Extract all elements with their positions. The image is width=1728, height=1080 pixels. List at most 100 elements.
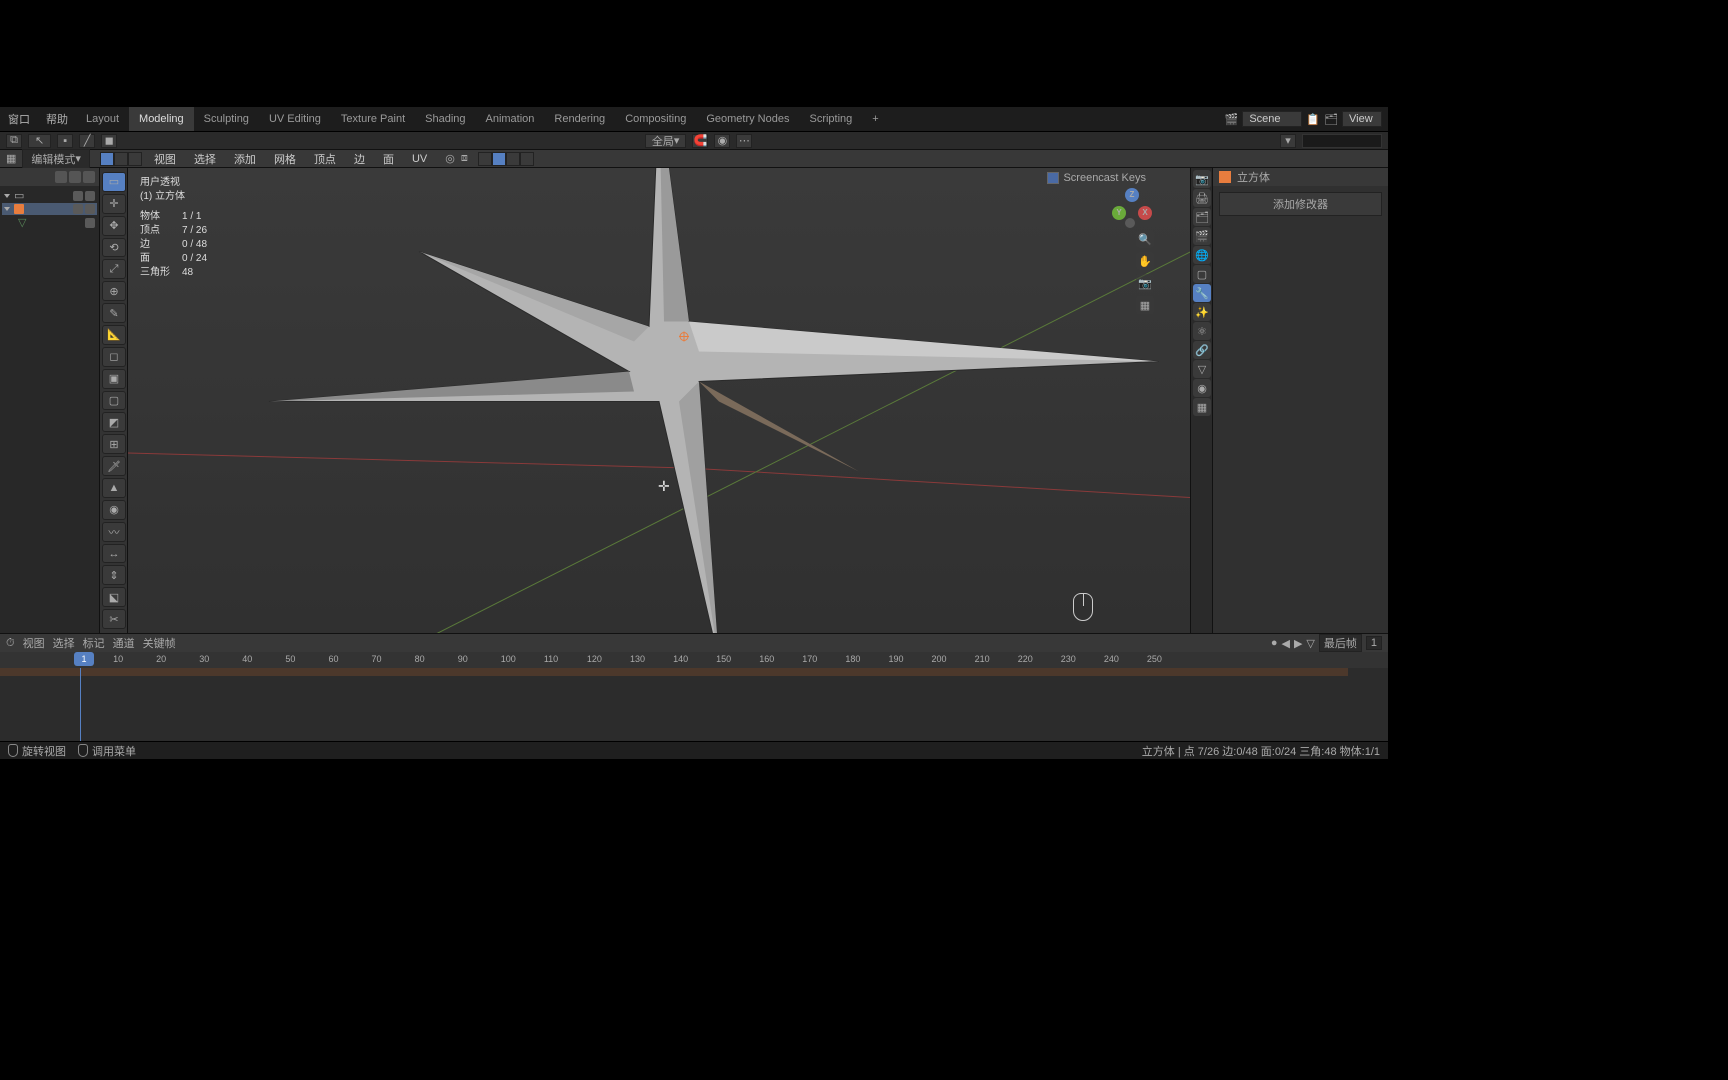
menu-mesh[interactable]: 网格 (268, 151, 302, 167)
orientation-dropdown[interactable]: 全局 ▾ (645, 134, 687, 148)
editor-type-icon[interactable]: ⧉ (6, 134, 22, 148)
tab-modeling[interactable]: Modeling (129, 107, 194, 131)
axis-neg[interactable] (1125, 218, 1135, 228)
3d-viewport[interactable]: 用户透视 (1) 立方体 物体1 / 1 顶点7 / 26 边0 / 48 面0… (128, 168, 1190, 633)
options-icon[interactable]: ⋯ (736, 134, 752, 148)
edge-select-icon[interactable] (114, 152, 128, 166)
tab-scripting[interactable]: Scripting (799, 107, 862, 131)
rip-tool[interactable]: ✂ (102, 609, 126, 629)
tab-add[interactable]: + (862, 107, 888, 131)
inset-tool[interactable]: ▢ (102, 391, 126, 411)
constraint-props-tab[interactable]: 🔗 (1193, 341, 1211, 359)
shrink-fatten-tool[interactable]: ⇕ (102, 565, 126, 585)
outliner-object-row[interactable] (2, 203, 97, 215)
axis-x[interactable]: X (1138, 206, 1152, 220)
filter-icon[interactable]: ▽ (1306, 637, 1314, 650)
tab-layout[interactable]: Layout (76, 107, 129, 131)
tab-uv-editing[interactable]: UV Editing (259, 107, 331, 131)
perspective-toggle-icon[interactable]: ▦ (1136, 296, 1154, 314)
texture-props-tab[interactable]: ▦ (1193, 398, 1211, 416)
overlays-icon[interactable]: ◎ (445, 152, 455, 165)
tab-sculpting[interactable]: Sculpting (194, 107, 259, 131)
outliner-search-input[interactable] (1302, 134, 1382, 148)
physics-props-tab[interactable]: ⚛ (1193, 322, 1211, 340)
select-mode-face-icon[interactable]: ◼ (101, 134, 117, 148)
smooth-tool[interactable]: 〰 (102, 522, 126, 542)
tl-menu-marker[interactable]: 标记 (83, 635, 105, 651)
menu-uv[interactable]: UV (406, 153, 433, 165)
proportional-edit-icon[interactable]: ◉ (714, 134, 730, 148)
rotate-tool[interactable]: ⟲ (102, 238, 126, 258)
xray-icon[interactable]: ⧈ (461, 152, 468, 165)
snap-icon[interactable]: 🧲 (692, 134, 708, 148)
menu-edge[interactable]: 边 (348, 151, 371, 167)
face-select-icon[interactable] (128, 152, 142, 166)
material-shading-icon[interactable] (506, 152, 520, 166)
checkbox-icon[interactable] (1047, 172, 1059, 184)
modifier-props-tab[interactable]: 🔧 (1193, 284, 1211, 302)
filter-icon[interactable]: ▾ (1280, 134, 1296, 148)
menu-help[interactable]: 帮助 (38, 111, 76, 127)
extrude-tool[interactable]: ▣ (102, 369, 126, 389)
measure-tool[interactable]: 📐 (102, 325, 126, 345)
axis-z[interactable]: Z (1125, 188, 1139, 202)
eye-icon[interactable] (73, 191, 83, 201)
scene-name-field[interactable]: Scene (1242, 111, 1302, 127)
menu-face[interactable]: 面 (377, 151, 400, 167)
camera-icon[interactable] (85, 204, 95, 214)
select-mode-edge-icon[interactable]: ╱ (79, 134, 95, 148)
timeline-editor-icon[interactable]: ⏱ (6, 637, 15, 650)
nav-gizmo[interactable]: Z Y X (1110, 188, 1154, 232)
camera-view-icon[interactable]: 📷 (1136, 274, 1154, 292)
cursor-tool-button[interactable]: ↖ (28, 134, 51, 148)
view-layer-props-tab[interactable]: 🗂 (1193, 208, 1211, 226)
tab-rendering[interactable]: Rendering (544, 107, 615, 131)
wireframe-shading-icon[interactable] (478, 152, 492, 166)
tl-menu-channel[interactable]: 通道 (113, 635, 135, 651)
cursor-tool[interactable]: ✛ (102, 194, 126, 214)
menu-select[interactable]: 选择 (188, 151, 222, 167)
world-props-tab[interactable]: 🌐 (1193, 246, 1211, 264)
menu-window[interactable]: 窗口 (0, 111, 38, 127)
move-tool[interactable]: ✥ (102, 216, 126, 236)
tab-shading[interactable]: Shading (415, 107, 475, 131)
render-props-tab[interactable]: 📷 (1193, 170, 1211, 188)
disclosure-triangle-icon[interactable] (4, 207, 10, 211)
solid-shading-icon[interactable] (492, 152, 506, 166)
render-icon[interactable] (83, 171, 95, 183)
annotate-tool[interactable]: ✎ (102, 303, 126, 323)
outliner-data-row[interactable]: ▽ (2, 215, 97, 230)
object-props-tab[interactable]: ▢ (1193, 265, 1211, 283)
loop-cut-tool[interactable]: ⊞ (102, 434, 126, 454)
pan-icon[interactable]: ✋ (1136, 252, 1154, 270)
timeline-ruler[interactable]: 1 10203040506070809010011012013014015016… (0, 652, 1388, 668)
tab-geometry-nodes[interactable]: Geometry Nodes (696, 107, 799, 131)
frame-field[interactable]: 1 (1366, 636, 1382, 650)
eye-icon[interactable] (85, 218, 95, 228)
play-icon[interactable]: ▶ (1294, 637, 1302, 650)
menu-vertex[interactable]: 顶点 (308, 151, 342, 167)
tab-animation[interactable]: Animation (476, 107, 545, 131)
axis-y[interactable]: Y (1112, 206, 1126, 220)
material-props-tab[interactable]: ◉ (1193, 379, 1211, 397)
scale-tool[interactable]: ⤢ (102, 259, 126, 279)
bevel-tool[interactable]: ◩ (102, 412, 126, 432)
vertex-select-icon[interactable] (100, 152, 114, 166)
play-reverse-icon[interactable]: ◀ (1281, 637, 1289, 650)
restriction-toggle-icon[interactable] (55, 171, 67, 183)
tl-menu-view[interactable]: 视图 (23, 635, 45, 651)
camera-icon[interactable] (85, 191, 95, 201)
mode-dropdown[interactable]: 编辑模式 ▾ (22, 149, 90, 169)
menu-view[interactable]: 视图 (148, 151, 182, 167)
tab-texture-paint[interactable]: Texture Paint (331, 107, 415, 131)
edge-slide-tool[interactable]: ↔ (102, 544, 126, 564)
visibility-icon[interactable] (69, 171, 81, 183)
select-mode-vert-icon[interactable]: ▪ (57, 134, 73, 148)
poly-build-tool[interactable]: ▲ (102, 478, 126, 498)
scene-props-tab[interactable]: 🎬 (1193, 227, 1211, 245)
transform-tool[interactable]: ⊕ (102, 281, 126, 301)
rendered-shading-icon[interactable] (520, 152, 534, 166)
tab-compositing[interactable]: Compositing (615, 107, 696, 131)
autokey-icon[interactable]: ● (1271, 637, 1278, 649)
eye-icon[interactable] (73, 204, 83, 214)
